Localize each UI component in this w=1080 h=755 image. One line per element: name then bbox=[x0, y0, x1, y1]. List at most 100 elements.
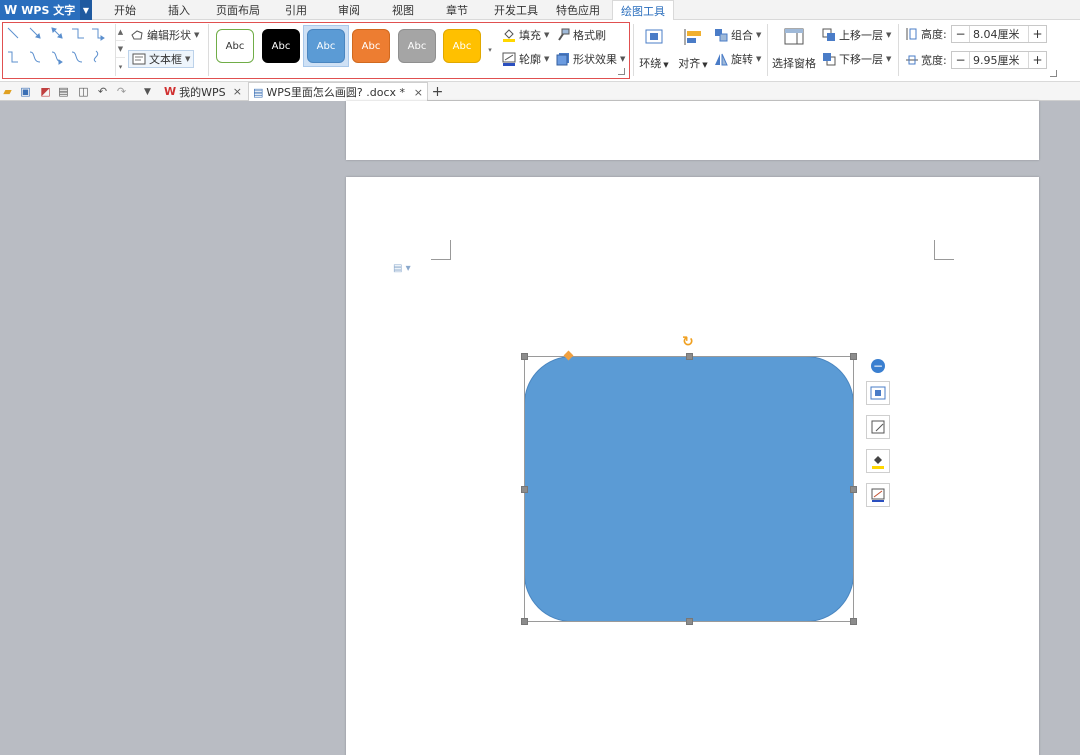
line-shape-gallery[interactable] bbox=[4, 24, 114, 76]
width-spinner[interactable]: − 9.95厘米 + bbox=[951, 51, 1047, 69]
new-tab-button[interactable]: + bbox=[430, 84, 445, 100]
redo-icon[interactable]: ↷ bbox=[114, 84, 129, 99]
shape-effects-button[interactable]: 形状效果 ▼ bbox=[556, 50, 625, 68]
shape-style-6[interactable]: Abc bbox=[443, 29, 481, 63]
tab-insert[interactable]: 插入 bbox=[158, 0, 200, 20]
divider bbox=[633, 24, 634, 76]
resize-handle-ne[interactable] bbox=[850, 353, 857, 360]
tab-document[interactable]: ▤ WPS里面怎么画圆? .docx * × bbox=[248, 82, 428, 101]
close-icon[interactable]: × bbox=[414, 86, 423, 99]
rotate-label: 旋转 bbox=[731, 53, 753, 66]
divider bbox=[767, 24, 768, 76]
dialog-launcher-icon[interactable] bbox=[618, 68, 625, 75]
outline-icon bbox=[871, 488, 885, 502]
shape-effects-icon bbox=[556, 52, 570, 66]
collapse-icon[interactable]: − bbox=[871, 359, 885, 373]
text-box-button[interactable]: 文本框 ▼ bbox=[128, 50, 195, 68]
tab-page-layout[interactable]: 页面布局 bbox=[210, 0, 266, 20]
shape-style-4[interactable]: Abc bbox=[352, 29, 390, 63]
outline-side-button[interactable] bbox=[866, 483, 890, 507]
resize-handle-sw[interactable] bbox=[521, 618, 528, 625]
rounded-rectangle-shape[interactable] bbox=[524, 356, 854, 622]
format-painter-icon bbox=[556, 28, 570, 42]
shape-style-1[interactable]: Abc bbox=[216, 29, 254, 63]
line-gallery-scroll[interactable]: ▲ ▼ ▾ bbox=[115, 24, 125, 76]
chevron-down-icon: ▼ bbox=[756, 31, 762, 39]
text-box-label: 文本框 bbox=[149, 53, 182, 66]
text-wrap-icon bbox=[643, 27, 665, 47]
selection-pane-button[interactable]: 选择窗格 bbox=[770, 24, 818, 76]
quick-access-dropdown-icon[interactable]: ▼ bbox=[140, 84, 155, 99]
tab-special[interactable]: 特色应用 bbox=[550, 0, 606, 20]
save-icon[interactable]: ▣ bbox=[18, 84, 33, 99]
app-menu-dropdown-icon[interactable]: ▼ bbox=[80, 0, 92, 20]
gallery-expand-icon[interactable]: ▾ bbox=[485, 24, 495, 76]
group-button[interactable]: 组合 ▼ bbox=[714, 26, 761, 44]
scroll-up-icon[interactable]: ▲ bbox=[116, 24, 125, 41]
print-icon[interactable]: ▤ bbox=[56, 84, 71, 99]
width-input[interactable]: 9.95厘米 bbox=[970, 52, 1028, 68]
chevron-down-icon: ▼ bbox=[544, 31, 550, 39]
resize-handle-s[interactable] bbox=[686, 618, 693, 625]
send-backward-button[interactable]: 下移一层 ▼ bbox=[822, 50, 891, 68]
tab-references[interactable]: 引用 bbox=[275, 0, 317, 20]
resize-handle-w[interactable] bbox=[521, 486, 528, 493]
rotate-handle-icon[interactable]: ↻ bbox=[682, 334, 694, 350]
minus-icon[interactable]: − bbox=[952, 52, 970, 68]
width-label: 宽度: bbox=[921, 54, 947, 67]
open-folder-icon[interactable]: ▰ bbox=[0, 84, 15, 99]
resize-handle-se[interactable] bbox=[850, 618, 857, 625]
fill-button[interactable]: 填充 ▼ bbox=[502, 26, 549, 44]
layout-options-button[interactable] bbox=[866, 381, 890, 405]
divider bbox=[208, 24, 209, 76]
edit-shape-side-button[interactable] bbox=[866, 415, 890, 439]
style-gallery-expand[interactable]: ▾ bbox=[485, 24, 495, 76]
print-preview-icon[interactable]: ◫ bbox=[76, 84, 91, 99]
chevron-down-icon: ▼ bbox=[544, 55, 550, 63]
format-painter-button[interactable]: 格式刷 bbox=[556, 26, 606, 44]
outline-button[interactable]: 轮廓 ▼ bbox=[502, 50, 549, 68]
chevron-down-icon: ▼ bbox=[185, 55, 191, 63]
margin-corner-top-left bbox=[431, 240, 451, 260]
paste-options-icon[interactable]: ▤ ▾ bbox=[393, 263, 411, 274]
minus-icon[interactable]: − bbox=[952, 26, 970, 42]
shape-body[interactable] bbox=[524, 356, 854, 622]
tab-developer[interactable]: 开发工具 bbox=[488, 0, 544, 20]
shape-effects-label: 形状效果 bbox=[573, 53, 617, 66]
bring-forward-button[interactable]: 上移一层 ▼ bbox=[822, 26, 891, 44]
edit-shape-button[interactable]: 编辑形状 ▼ bbox=[130, 26, 199, 44]
resize-handle-nw[interactable] bbox=[521, 353, 528, 360]
plus-icon[interactable]: + bbox=[1028, 26, 1046, 42]
fill-side-button[interactable] bbox=[866, 449, 890, 473]
resize-handle-n[interactable] bbox=[686, 353, 693, 360]
undo-icon[interactable]: ↶ bbox=[95, 84, 110, 99]
format-painter-label: 格式刷 bbox=[573, 29, 606, 42]
shape-style-5[interactable]: Abc bbox=[398, 29, 436, 63]
tab-review[interactable]: 审阅 bbox=[328, 0, 370, 20]
dialog-launcher-icon[interactable] bbox=[1050, 70, 1057, 77]
tab-home[interactable]: 开始 bbox=[104, 0, 146, 20]
tab-drawing-tools[interactable]: 绘图工具 bbox=[612, 0, 674, 21]
tab-my-wps[interactable]: W 我的WPS × bbox=[160, 82, 246, 101]
tab-view[interactable]: 视图 bbox=[382, 0, 424, 20]
edit-shape-icon bbox=[871, 420, 885, 434]
height-spinner[interactable]: − 8.04厘米 + bbox=[951, 25, 1047, 43]
wrap-button[interactable]: 环绕 ▼ bbox=[638, 24, 670, 76]
height-input[interactable]: 8.04厘米 bbox=[970, 26, 1028, 42]
margin-corner-top-right bbox=[934, 240, 954, 260]
shape-style-2[interactable]: Abc bbox=[262, 29, 300, 63]
shape-style-3[interactable]: Abc bbox=[307, 29, 345, 63]
gallery-expand-icon[interactable]: ▾ bbox=[116, 58, 125, 75]
height-label: 高度: bbox=[921, 28, 947, 41]
export-pdf-icon[interactable]: ◩ bbox=[38, 84, 53, 99]
plus-icon[interactable]: + bbox=[1028, 52, 1046, 68]
watermark-text: 搜狗指南 bbox=[941, 675, 1030, 700]
rotate-button[interactable]: 旋转 ▼ bbox=[714, 50, 761, 68]
app-menu-button[interactable]: W WPS 文字 ▼ bbox=[0, 0, 92, 20]
tab-chapter[interactable]: 章节 bbox=[436, 0, 478, 20]
close-icon[interactable]: × bbox=[233, 85, 242, 98]
align-icon bbox=[682, 27, 704, 47]
resize-handle-e[interactable] bbox=[850, 486, 857, 493]
scroll-down-icon[interactable]: ▼ bbox=[116, 41, 125, 58]
align-button[interactable]: 对齐 ▼ bbox=[676, 24, 710, 76]
